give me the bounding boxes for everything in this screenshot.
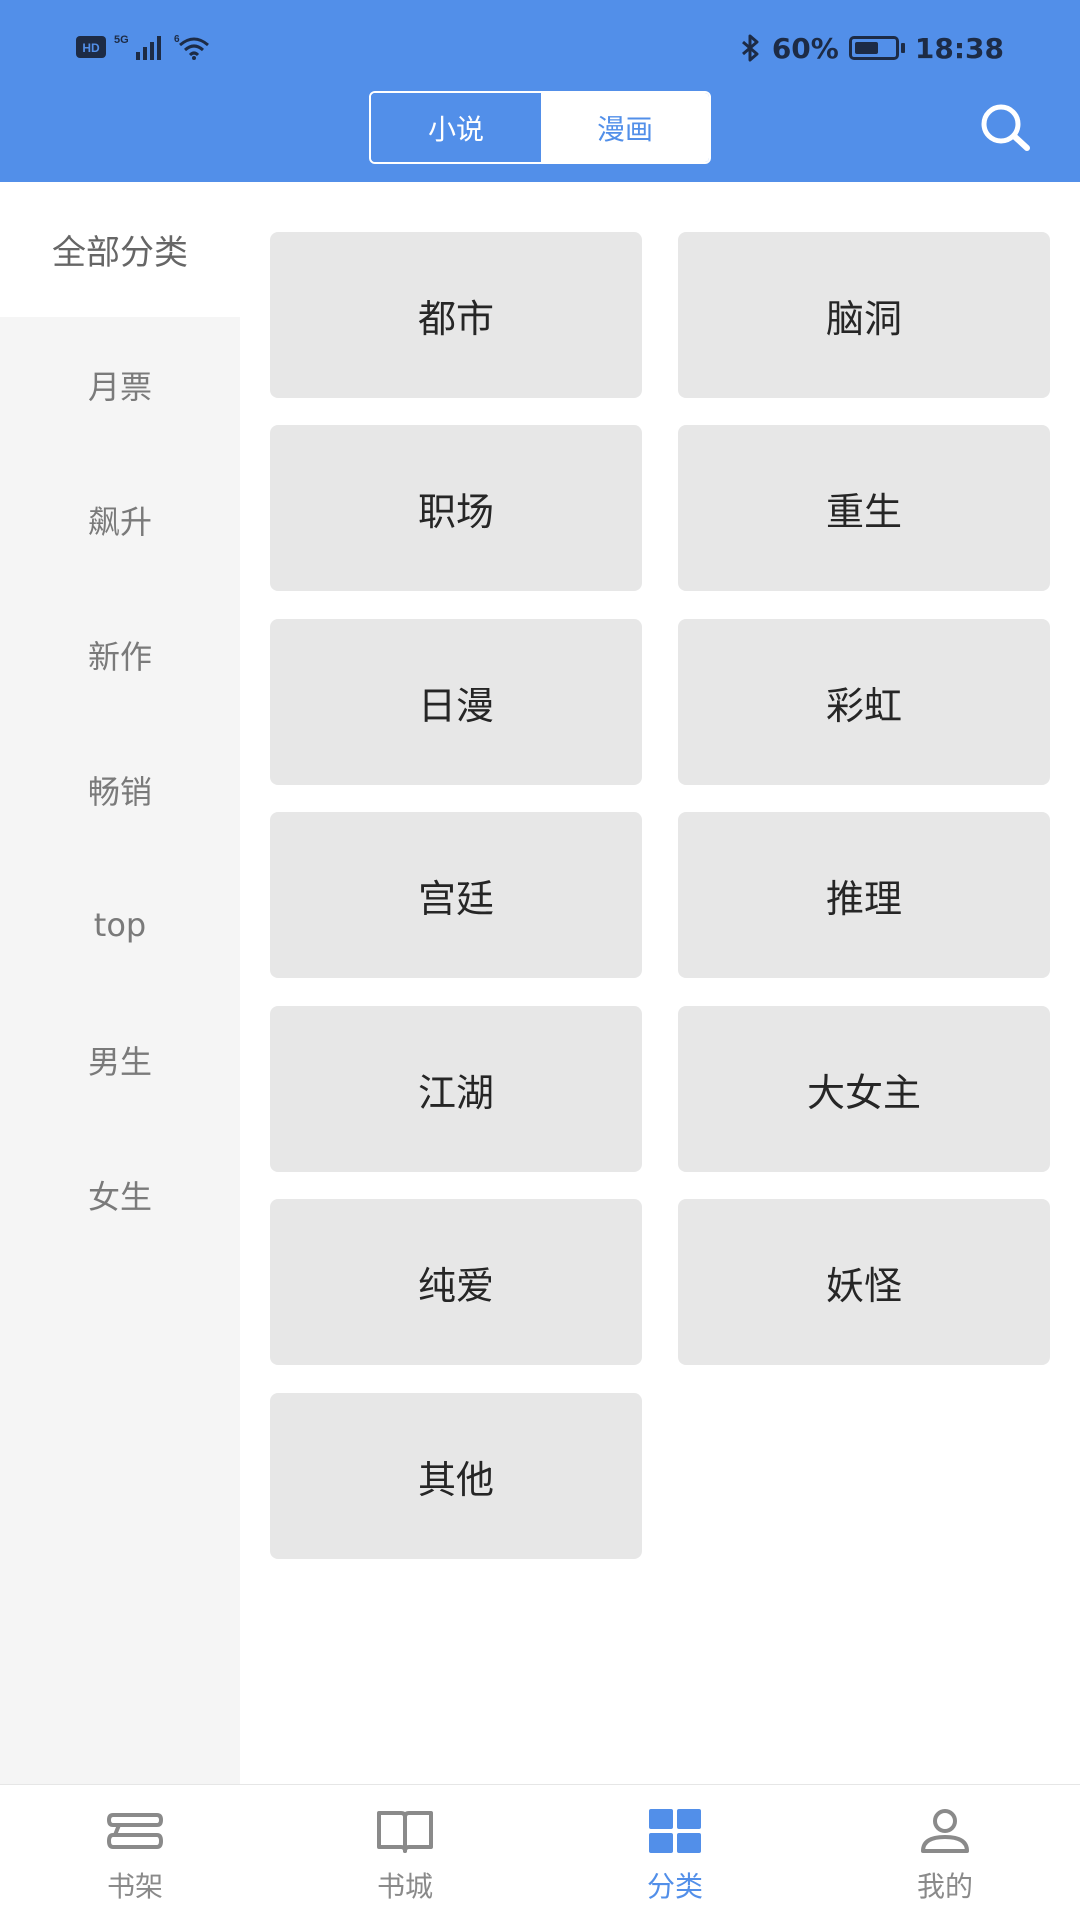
- content-type-switch: 小说 漫画: [369, 91, 711, 164]
- category-tile[interactable]: 纯爱: [270, 1199, 642, 1365]
- nav-label: 我的: [916, 1870, 973, 1903]
- sidebar-item-all[interactable]: 全部分类: [0, 182, 240, 317]
- wifi-icon: 6: [174, 34, 209, 60]
- status-right: 60% 18:38: [740, 28, 1004, 68]
- app-header: HD 5G 6 60% 18:38 小说 漫画: [0, 0, 1080, 182]
- nav-label: 书架: [106, 1870, 163, 1903]
- sidebar-item-female[interactable]: 女生: [0, 1127, 240, 1262]
- category-tile[interactable]: 脑洞: [678, 232, 1050, 398]
- svg-text:5G: 5G: [114, 34, 129, 46]
- sidebar-item-top[interactable]: top: [0, 857, 240, 992]
- sidebar-item-monthly-ticket[interactable]: 月票: [0, 317, 240, 452]
- nav-label: 书城: [376, 1870, 433, 1903]
- nav-bookstore[interactable]: 书城: [270, 1785, 540, 1921]
- svg-text:HD: HD: [82, 41, 100, 55]
- tab-comic[interactable]: 漫画: [541, 93, 709, 162]
- nav-label: 分类: [646, 1870, 703, 1903]
- nav-category[interactable]: 分类: [540, 1785, 810, 1921]
- category-tile[interactable]: 宫廷: [270, 812, 642, 978]
- category-tile[interactable]: 日漫: [270, 619, 642, 785]
- svg-text:6: 6: [174, 34, 180, 45]
- sidebar-item-new[interactable]: 新作: [0, 587, 240, 722]
- category-tile[interactable]: 江湖: [270, 1006, 642, 1172]
- category-sidebar: 全部分类 月票 飙升 新作 畅销 top 男生 女生: [0, 182, 240, 1784]
- nav-bookshelf[interactable]: 书架: [0, 1785, 270, 1921]
- tab-novel[interactable]: 小说: [371, 93, 541, 162]
- category-grid-icon: [649, 1809, 701, 1853]
- category-tile[interactable]: 大女主: [678, 1006, 1050, 1172]
- sidebar-item-male[interactable]: 男生: [0, 992, 240, 1127]
- category-tile[interactable]: 都市: [270, 232, 642, 398]
- bluetooth-icon: [741, 34, 759, 62]
- status-left: HD 5G 6: [76, 30, 218, 64]
- category-tile[interactable]: 重生: [678, 425, 1050, 591]
- category-tile[interactable]: 彩虹: [678, 619, 1050, 785]
- hd-icon: HD: [76, 36, 106, 58]
- search-icon: [981, 104, 1030, 151]
- nav-profile[interactable]: 我的: [810, 1785, 1080, 1921]
- status-bar: HD 5G 6 60% 18:38: [0, 0, 1080, 92]
- category-tile[interactable]: 职场: [270, 425, 642, 591]
- sidebar-item-bestseller[interactable]: 畅销: [0, 722, 240, 857]
- book-open-icon: [377, 1811, 433, 1853]
- battery-icon: [848, 36, 905, 60]
- signal-icon: 5G: [114, 34, 161, 60]
- bookshelf-icon: [106, 1813, 164, 1849]
- user-icon: [921, 1809, 969, 1853]
- search-button[interactable]: [976, 100, 1036, 156]
- category-tile[interactable]: 推理: [678, 812, 1050, 978]
- status-time: 18:38: [914, 31, 1004, 65]
- bottom-nav: 书架 书城 分类 我的: [0, 1784, 1080, 1920]
- battery-percent: 60%: [771, 31, 839, 65]
- category-tile[interactable]: 妖怪: [678, 1199, 1050, 1365]
- sidebar-item-rising[interactable]: 飙升: [0, 452, 240, 587]
- category-tile[interactable]: 其他: [270, 1393, 642, 1559]
